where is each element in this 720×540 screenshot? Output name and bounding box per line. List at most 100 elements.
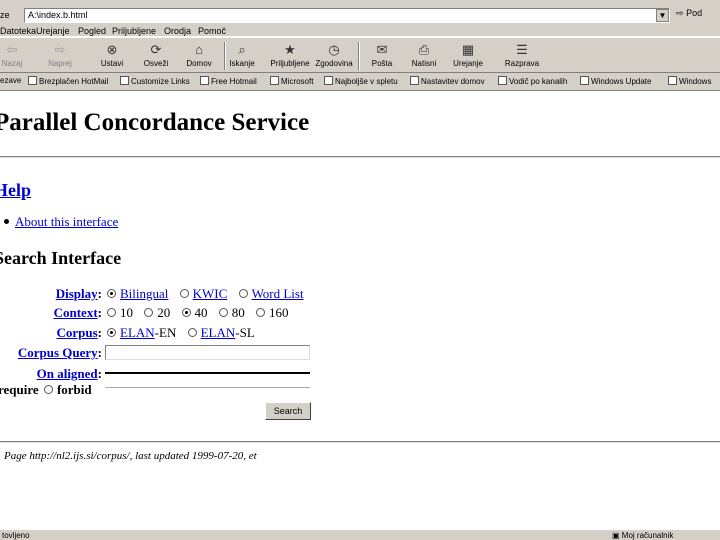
- discuss-button[interactable]: ☰ Razprava: [500, 40, 544, 72]
- corpus-radio[interactable]: [107, 328, 116, 337]
- edit-label: Urejanje: [453, 59, 483, 68]
- require-label: require: [0, 382, 39, 397]
- menu-file[interactable]: Datoteka: [0, 26, 36, 36]
- aligned-label: On aligned:: [36, 366, 102, 381]
- go-button[interactable]: ⇨ Pod: [676, 8, 720, 23]
- corpus-suffix: -SL: [235, 325, 255, 340]
- context-options: 10 20 40 80 160: [105, 305, 289, 321]
- browser-chrome: ze A:\index.b.html ▼ ⇨ Pod Datoteka Urej…: [0, 0, 720, 36]
- corpus-options: ELAN-EN ELAN-SL: [105, 325, 255, 341]
- corpus-label: Corpus:: [56, 325, 102, 340]
- link-label: Customize Links: [131, 77, 190, 86]
- bullet-icon: [4, 219, 9, 224]
- menu-favorites[interactable]: Priljubljene: [112, 26, 156, 36]
- link-item[interactable]: Free Hotmail: [200, 76, 257, 86]
- forward-label: Naprej: [48, 59, 72, 68]
- stop-icon: ⊗: [106, 42, 118, 57]
- context-option-label: 20: [157, 305, 171, 320]
- page-title: Parallel Concordance Service: [0, 109, 310, 136]
- bilingual-link[interactable]: Bilingual: [120, 286, 168, 301]
- corpus-link[interactable]: Corpus: [56, 325, 97, 340]
- mail-icon: ✉: [376, 42, 388, 57]
- favorites-button[interactable]: ★ Priljubljene: [268, 40, 312, 72]
- link-label: Najboljše v spletu: [335, 77, 398, 86]
- display-kwic-radio[interactable]: [179, 289, 189, 298]
- aligned-link[interactable]: On aligned: [37, 366, 98, 381]
- corpus-elan-link[interactable]: ELAN: [120, 325, 155, 340]
- forbid-radio[interactable]: [43, 385, 53, 394]
- link-item[interactable]: Brezplačen HotMail: [28, 76, 108, 86]
- display-link[interactable]: Display: [56, 286, 98, 301]
- context-radio[interactable]: [218, 308, 228, 317]
- link-label: Windows Update: [591, 77, 652, 86]
- address-label: ze: [0, 10, 10, 20]
- link-item[interactable]: Nastavitev domov: [410, 76, 485, 86]
- corpus-query-input[interactable]: [105, 345, 310, 360]
- edit-button[interactable]: ▦ Urejanje: [446, 40, 490, 72]
- link-label: Brezplačen HotMail: [39, 77, 109, 86]
- corpus-elan-link[interactable]: ELAN: [201, 325, 236, 340]
- link-item[interactable]: ezave: [0, 76, 21, 85]
- context-radio[interactable]: [256, 308, 265, 317]
- context-link[interactable]: Context: [54, 305, 98, 320]
- page-icon: [200, 76, 209, 85]
- link-item[interactable]: Windows Update: [580, 76, 651, 86]
- refresh-button[interactable]: ⟳ Osveži: [134, 40, 178, 72]
- menu-edit[interactable]: Urejanje: [36, 26, 70, 36]
- back-button[interactable]: ⇦ Nazaj: [0, 40, 34, 72]
- corpus-radio[interactable]: [187, 328, 197, 337]
- menu-view[interactable]: Pogled: [78, 26, 106, 36]
- edit-icon: ▦: [461, 42, 475, 57]
- forward-button[interactable]: ⇨ Naprej: [38, 40, 82, 72]
- link-item[interactable]: Najboljše v spletu: [324, 76, 398, 86]
- query-link[interactable]: Corpus Query: [18, 345, 98, 360]
- mail-label: Pošta: [371, 59, 393, 68]
- address-dropdown-icon[interactable]: ▼: [656, 9, 669, 22]
- corpus-suffix: -EN: [154, 325, 177, 340]
- search-button[interactable]: Search: [265, 402, 311, 420]
- footer-text: Page http://nl2.ijs.si/corpus/, last upd…: [4, 450, 257, 462]
- mail-button[interactable]: ✉ Pošta: [360, 40, 404, 72]
- query-label: Corpus Query:: [17, 345, 102, 360]
- wordlist-link[interactable]: Word List: [252, 286, 304, 301]
- home-icon: ⌂: [195, 42, 203, 57]
- aligned-query-input[interactable]: [105, 372, 310, 388]
- help-link[interactable]: Help: [0, 180, 31, 200]
- menu-help[interactable]: Pomoč: [198, 26, 226, 36]
- divider: [0, 441, 720, 443]
- link-label: Vodič po kanalih: [509, 77, 568, 86]
- page-icon: [410, 76, 419, 85]
- page-icon: [668, 76, 677, 85]
- home-button[interactable]: ⌂ Domov: [177, 40, 221, 72]
- status-zone: ▣ Moj računalnik: [612, 531, 673, 540]
- status-bar: tovljeno ▣ Moj računalnik: [0, 529, 720, 540]
- links-bar: ezave Brezplačen HotMail Customize Links…: [0, 73, 720, 91]
- go-label: Pod: [686, 8, 703, 18]
- link-label: ezave: [0, 76, 22, 85]
- context-option-label: 160: [269, 305, 289, 320]
- context-radio[interactable]: [107, 308, 116, 317]
- help-heading: Help: [0, 180, 31, 201]
- menu-tools[interactable]: Orodja: [164, 26, 191, 36]
- link-item[interactable]: Microsoft: [270, 76, 313, 86]
- display-wordlist-radio[interactable]: [238, 289, 248, 298]
- discuss-label: Razprava: [504, 59, 540, 68]
- link-item[interactable]: Customize Links: [120, 76, 190, 86]
- print-button[interactable]: ⎙ Natisni: [402, 40, 446, 72]
- stop-label: Ustavi: [100, 59, 124, 68]
- about-link[interactable]: About this interface: [15, 214, 118, 229]
- history-button[interactable]: ◷ Zgodovina: [312, 40, 356, 72]
- context-radio[interactable]: [144, 308, 154, 317]
- kwic-link[interactable]: KWIC: [193, 286, 228, 301]
- page-icon: [270, 76, 279, 85]
- display-bilingual-radio[interactable]: [107, 289, 116, 298]
- context-radio[interactable]: [181, 308, 191, 317]
- link-item[interactable]: Vodič po kanalih: [498, 76, 567, 86]
- search-toolbar-button[interactable]: ⌕ Iskanje: [220, 40, 264, 72]
- link-label: Nastavitev domov: [421, 77, 485, 86]
- history-label: Zgodovina: [315, 59, 353, 68]
- stop-button[interactable]: ⊗ Ustavi: [90, 40, 134, 72]
- display-options: Bilingual KWIC Word List: [105, 286, 304, 302]
- link-item[interactable]: Windows: [668, 76, 711, 86]
- address-input[interactable]: A:\index.b.html: [24, 8, 670, 23]
